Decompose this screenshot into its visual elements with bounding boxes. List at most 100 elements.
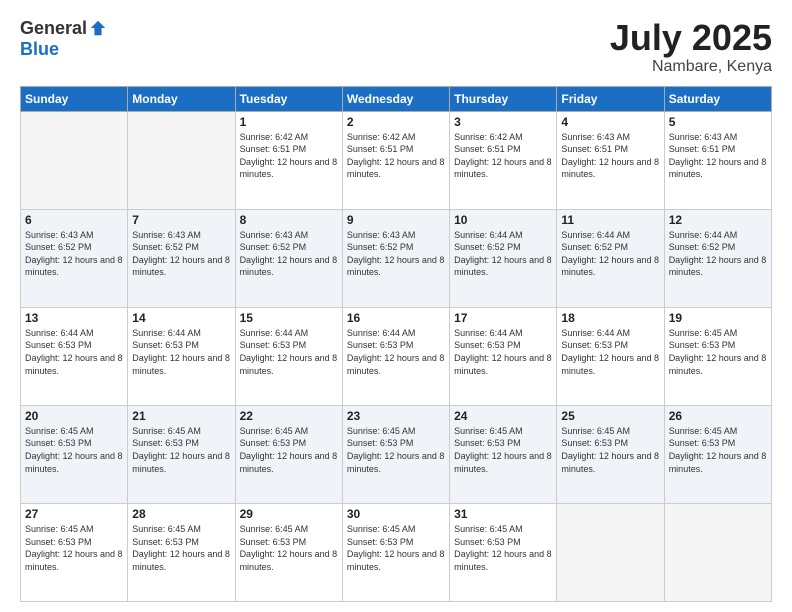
header-tuesday: Tuesday xyxy=(235,86,342,111)
day-info: Sunrise: 6:45 AMSunset: 6:53 PMDaylight:… xyxy=(347,523,445,573)
day-info: Sunrise: 6:43 AMSunset: 6:51 PMDaylight:… xyxy=(669,131,767,181)
day-number: 12 xyxy=(669,213,767,227)
calendar-cell: 25 Sunrise: 6:45 AMSunset: 6:53 PMDayligh… xyxy=(557,405,664,503)
calendar-cell: 5 Sunrise: 6:43 AMSunset: 6:51 PMDaylight… xyxy=(664,111,771,209)
calendar-week-row: 20 Sunrise: 6:45 AMSunset: 6:53 PMDayligh… xyxy=(21,405,772,503)
calendar-cell: 27Sunrise: 6:45 AMSunset: 6:53 PMDayligh… xyxy=(21,503,128,601)
title-block: July 2025 Nambare, Kenya xyxy=(610,18,772,76)
calendar-cell: 31 Sunrise: 6:45 AMSunset: 6:53 PMDayligh… xyxy=(450,503,557,601)
day-info: Sunrise: 6:45 AMSunset: 6:53 PMDaylight:… xyxy=(132,425,230,475)
day-info: Sunrise: 6:44 AMSunset: 6:53 PMDaylight:… xyxy=(347,327,445,377)
calendar-cell: 8 Sunrise: 6:43 AMSunset: 6:52 PMDaylight… xyxy=(235,209,342,307)
day-number: 18 xyxy=(561,311,659,325)
header-sunday: Sunday xyxy=(21,86,128,111)
day-number: 25 xyxy=(561,409,659,423)
page: General Blue July 2025 Nambare, Kenya Su… xyxy=(0,0,792,612)
calendar-cell: 12 Sunrise: 6:44 AMSunset: 6:52 PMDayligh… xyxy=(664,209,771,307)
day-info: Sunrise: 6:44 AMSunset: 6:52 PMDaylight:… xyxy=(669,229,767,279)
header-monday: Monday xyxy=(128,86,235,111)
calendar-cell: 30 Sunrise: 6:45 AMSunset: 6:53 PMDayligh… xyxy=(342,503,449,601)
calendar-cell: 19 Sunrise: 6:45 AMSunset: 6:53 PMDayligh… xyxy=(664,307,771,405)
calendar-cell: 20 Sunrise: 6:45 AMSunset: 6:53 PMDayligh… xyxy=(21,405,128,503)
day-number: 17 xyxy=(454,311,552,325)
calendar-cell: 15Sunrise: 6:44 AMSunset: 6:53 PMDayligh… xyxy=(235,307,342,405)
day-info: Sunrise: 6:43 AMSunset: 6:52 PMDaylight:… xyxy=(240,229,338,279)
day-number: 28 xyxy=(132,507,230,521)
calendar-cell: 4 Sunrise: 6:43 AMSunset: 6:51 PMDaylight… xyxy=(557,111,664,209)
day-number: 31 xyxy=(454,507,552,521)
day-info: Sunrise: 6:45 AMSunset: 6:53 PMDaylight:… xyxy=(669,425,767,475)
day-info: Sunrise: 6:45 AMSunset: 6:53 PMDaylight:… xyxy=(454,425,552,475)
day-number: 6 xyxy=(25,213,123,227)
calendar-cell xyxy=(664,503,771,601)
calendar-week-row: 13 Sunrise: 6:44 AMSunset: 6:53 PMDayligh… xyxy=(21,307,772,405)
day-info: Sunrise: 6:45 AMSunset: 6:53 PMDaylight:… xyxy=(25,425,123,475)
header-saturday: Saturday xyxy=(664,86,771,111)
logo-blue: Blue xyxy=(20,39,59,60)
day-info: Sunrise: 6:43 AMSunset: 6:52 PMDaylight:… xyxy=(25,229,123,279)
calendar-cell: 21 Sunrise: 6:45 AMSunset: 6:53 PMDayligh… xyxy=(128,405,235,503)
calendar-cell: 11 Sunrise: 6:44 AMSunset: 6:52 PMDayligh… xyxy=(557,209,664,307)
header-thursday: Thursday xyxy=(450,86,557,111)
calendar-cell: 7Sunrise: 6:43 AMSunset: 6:52 PMDaylight… xyxy=(128,209,235,307)
calendar-week-row: 1 Sunrise: 6:42 AMSunset: 6:51 PMDaylight… xyxy=(21,111,772,209)
calendar-cell: 18 Sunrise: 6:44 AMSunset: 6:53 PMDayligh… xyxy=(557,307,664,405)
calendar-cell: 29 Sunrise: 6:45 AMSunset: 6:53 PMDayligh… xyxy=(235,503,342,601)
day-number: 16 xyxy=(347,311,445,325)
day-number: 20 xyxy=(25,409,123,423)
day-number: 27 xyxy=(25,507,123,521)
calendar-cell: 2 Sunrise: 6:42 AMSunset: 6:51 PMDaylight… xyxy=(342,111,449,209)
calendar-cell: 1 Sunrise: 6:42 AMSunset: 6:51 PMDaylight… xyxy=(235,111,342,209)
day-number: 11 xyxy=(561,213,659,227)
calendar-cell: 9Sunrise: 6:43 AMSunset: 6:52 PMDaylight… xyxy=(342,209,449,307)
day-number: 5 xyxy=(669,115,767,129)
calendar-cell: 23Sunrise: 6:45 AMSunset: 6:53 PMDayligh… xyxy=(342,405,449,503)
day-number: 23 xyxy=(347,409,445,423)
day-info: Sunrise: 6:45 AMSunset: 6:53 PMDaylight:… xyxy=(240,523,338,573)
day-info: Sunrise: 6:44 AMSunset: 6:53 PMDaylight:… xyxy=(132,327,230,377)
calendar-cell: 13 Sunrise: 6:44 AMSunset: 6:53 PMDayligh… xyxy=(21,307,128,405)
day-info: Sunrise: 6:45 AMSunset: 6:53 PMDaylight:… xyxy=(669,327,767,377)
day-number: 21 xyxy=(132,409,230,423)
day-info: Sunrise: 6:42 AMSunset: 6:51 PMDaylight:… xyxy=(347,131,445,181)
day-number: 30 xyxy=(347,507,445,521)
logo: General Blue xyxy=(20,18,107,60)
day-number: 19 xyxy=(669,311,767,325)
calendar-cell xyxy=(21,111,128,209)
day-info: Sunrise: 6:45 AMSunset: 6:53 PMDaylight:… xyxy=(454,523,552,573)
day-info: Sunrise: 6:42 AMSunset: 6:51 PMDaylight:… xyxy=(240,131,338,181)
day-info: Sunrise: 6:44 AMSunset: 6:52 PMDaylight:… xyxy=(561,229,659,279)
day-number: 3 xyxy=(454,115,552,129)
day-info: Sunrise: 6:45 AMSunset: 6:53 PMDaylight:… xyxy=(561,425,659,475)
day-number: 4 xyxy=(561,115,659,129)
day-number: 2 xyxy=(347,115,445,129)
calendar-cell xyxy=(557,503,664,601)
calendar-cell: 3 Sunrise: 6:42 AMSunset: 6:51 PMDaylight… xyxy=(450,111,557,209)
day-info: Sunrise: 6:45 AMSunset: 6:53 PMDaylight:… xyxy=(240,425,338,475)
day-info: Sunrise: 6:42 AMSunset: 6:51 PMDaylight:… xyxy=(454,131,552,181)
day-number: 1 xyxy=(240,115,338,129)
calendar-cell: 17 Sunrise: 6:44 AMSunset: 6:53 PMDayligh… xyxy=(450,307,557,405)
day-number: 15 xyxy=(240,311,338,325)
day-number: 29 xyxy=(240,507,338,521)
title-month-year: July 2025 xyxy=(610,18,772,58)
calendar-week-row: 27 Sunrise: 6:45 AMSunset: 6:53 PMDayligh… xyxy=(21,503,772,601)
day-number: 10 xyxy=(454,213,552,227)
day-number: 22 xyxy=(240,409,338,423)
day-number: 14 xyxy=(132,311,230,325)
day-info: Sunrise: 6:44 AMSunset: 6:53 PMDaylight:… xyxy=(25,327,123,377)
day-number: 8 xyxy=(240,213,338,227)
calendar-cell xyxy=(128,111,235,209)
calendar-table: SundayMondayTuesdayWednesdayThursdayFrid… xyxy=(20,86,772,602)
day-info: Sunrise: 6:43 AMSunset: 6:51 PMDaylight:… xyxy=(561,131,659,181)
day-info: Sunrise: 6:45 AMSunset: 6:53 PMDaylight:… xyxy=(132,523,230,573)
calendar-week-row: 6 Sunrise: 6:43 AMSunset: 6:52 PMDaylight… xyxy=(21,209,772,307)
day-info: Sunrise: 6:44 AMSunset: 6:53 PMDaylight:… xyxy=(561,327,659,377)
header-friday: Friday xyxy=(557,86,664,111)
day-info: Sunrise: 6:43 AMSunset: 6:52 PMDaylight:… xyxy=(347,229,445,279)
day-info: Sunrise: 6:44 AMSunset: 6:52 PMDaylight:… xyxy=(454,229,552,279)
day-number: 24 xyxy=(454,409,552,423)
day-number: 13 xyxy=(25,311,123,325)
day-info: Sunrise: 6:44 AMSunset: 6:53 PMDaylight:… xyxy=(454,327,552,377)
title-location: Nambare, Kenya xyxy=(610,58,772,76)
